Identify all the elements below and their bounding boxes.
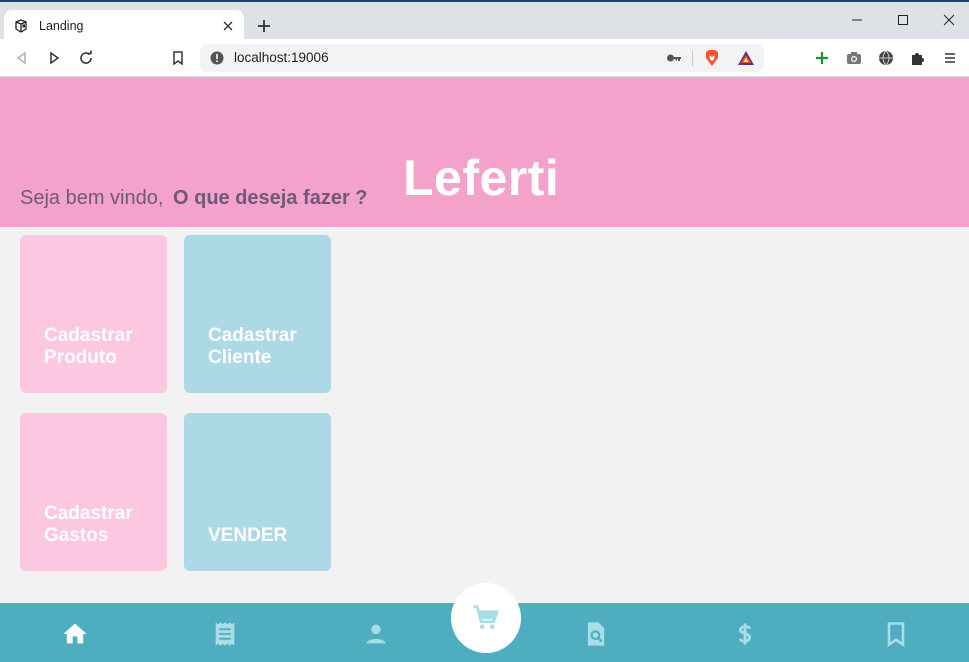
new-tab-plus-icon[interactable] <box>254 16 274 36</box>
site-info-icon[interactable] <box>210 51 224 65</box>
card-label-line1: Cadastrar <box>44 503 133 524</box>
forward-icon[interactable] <box>44 48 64 68</box>
card-label-line2: Gastos <box>44 525 109 546</box>
add-extension-icon[interactable] <box>812 48 832 68</box>
card-cadastrar-gastos[interactable]: Cadastrar Gastos <box>20 413 167 571</box>
card-label-line1: Cadastrar <box>208 325 297 346</box>
search-document-icon[interactable] <box>582 620 610 648</box>
maximize-icon[interactable] <box>880 10 926 30</box>
minimize-icon[interactable] <box>834 10 880 30</box>
person-icon[interactable] <box>362 620 390 648</box>
bookmark-icon[interactable] <box>882 620 910 648</box>
greeting-line: Seja bem vindo, O que deseja fazer ? <box>20 187 368 210</box>
dollar-icon[interactable] <box>731 620 759 648</box>
camera-icon[interactable] <box>844 48 864 68</box>
cart-button[interactable] <box>451 583 521 653</box>
card-label: VENDER <box>208 525 321 547</box>
browser-toolbar: localhost:19006 <box>0 39 969 77</box>
card-label-line2: Produto <box>44 347 117 368</box>
tab-title: Landing <box>39 18 84 33</box>
key-icon[interactable] <box>666 51 682 65</box>
bookmark-page-icon[interactable] <box>168 48 188 68</box>
browser-tab[interactable]: Landing <box>4 10 244 41</box>
close-window-icon[interactable] <box>926 10 969 30</box>
card-label-line2: Cliente <box>208 347 272 368</box>
reload-icon[interactable] <box>76 48 96 68</box>
url-text: localhost:19006 <box>234 50 329 65</box>
home-icon[interactable] <box>61 620 89 648</box>
cube-favicon-icon <box>15 18 27 33</box>
extensions-puzzle-icon[interactable] <box>908 48 928 68</box>
card-cadastrar-produto[interactable]: Cadastrar Produto <box>20 235 167 393</box>
greeting-text: Seja bem vindo, <box>20 187 164 209</box>
menu-icon[interactable] <box>940 48 960 68</box>
close-tab-icon[interactable] <box>220 18 236 34</box>
card-label: Cadastrar Gastos <box>44 503 157 547</box>
brand-title: Leferti <box>403 150 560 206</box>
card-cadastrar-cliente[interactable]: Cadastrar Cliente <box>184 235 331 393</box>
brave-rewards-icon[interactable] <box>737 50 755 66</box>
back-icon[interactable] <box>12 48 32 68</box>
card-label: Cadastrar Cliente <box>208 325 321 369</box>
card-label-line1: Cadastrar <box>44 325 133 346</box>
receipt-icon[interactable] <box>211 620 239 648</box>
card-label: Cadastrar Produto <box>44 325 157 369</box>
brave-shield-icon[interactable] <box>703 49 721 67</box>
address-bar[interactable]: localhost:19006 <box>200 44 764 72</box>
divider <box>692 50 693 66</box>
tab-strip: Landing <box>0 0 969 41</box>
card-vender[interactable]: VENDER <box>184 413 331 571</box>
cart-icon <box>473 605 499 629</box>
question-text: O que deseja fazer ? <box>172 187 368 209</box>
card-label-line2: VENDER <box>208 525 288 546</box>
globe-extension-icon[interactable] <box>876 48 896 68</box>
hero-banner: Seja bem vindo, O que deseja fazer ? Lef… <box>0 77 969 227</box>
